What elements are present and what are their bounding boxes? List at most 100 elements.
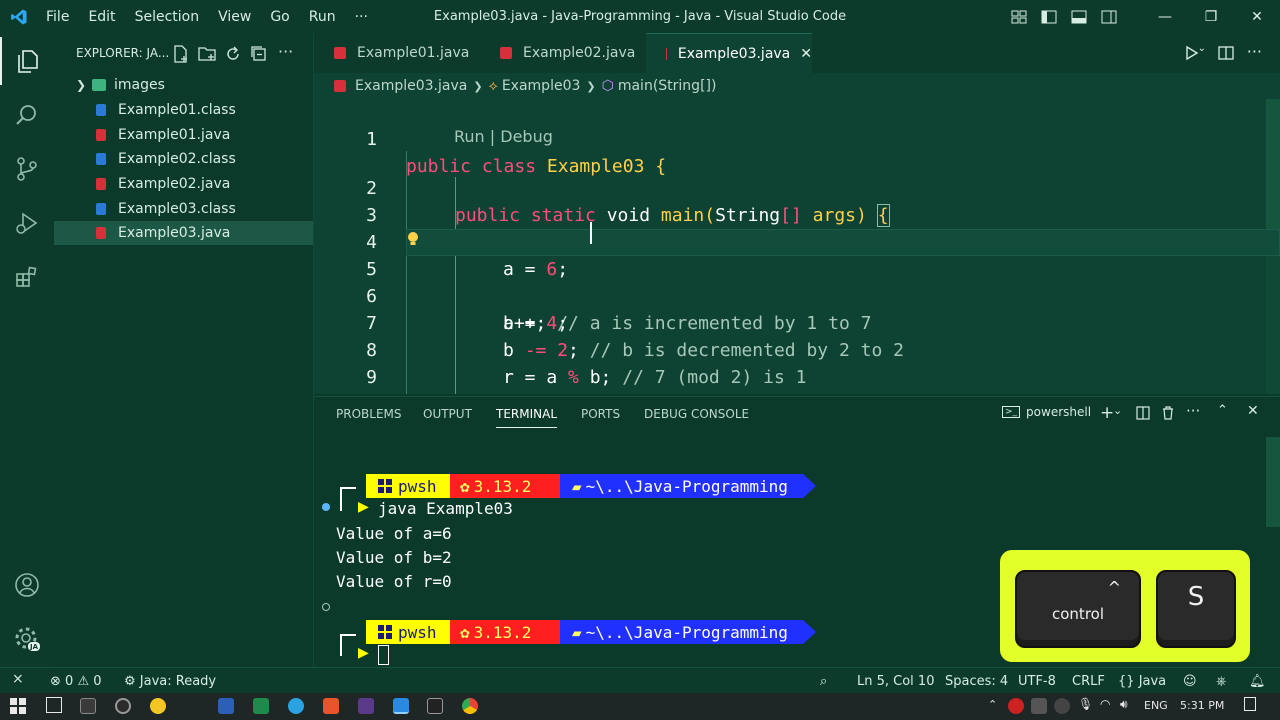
word-icon[interactable]	[218, 698, 234, 714]
code-editor[interactable]: 1 public class Example03 { Run | Debug 2…	[314, 99, 1280, 394]
tab-example03-java[interactable]: Example03.java ✕	[646, 33, 812, 73]
minimize-button[interactable]: —	[1142, 0, 1188, 33]
copilot-icon[interactable]: ☺	[1183, 674, 1197, 689]
close-tab-icon[interactable]: ✕	[800, 46, 812, 62]
taskbar-app-icon[interactable]	[358, 698, 374, 714]
volume-icon[interactable]: 🔊︎	[1120, 697, 1128, 712]
line-endings[interactable]: CRLF	[1072, 674, 1105, 689]
panel-more-icon[interactable]: ···	[1186, 402, 1200, 420]
tab-output[interactable]: OUTPUT	[423, 407, 472, 421]
menu-go[interactable]: Go	[270, 9, 289, 25]
notifications-bell-icon[interactable]: 🔔︎	[1249, 674, 1266, 689]
editor-more-icon[interactable]: ···	[1247, 42, 1262, 61]
remote-indicator-icon[interactable]: ⨯	[12, 671, 24, 687]
code-line: 1 public class Example03 {	[366, 129, 667, 177]
terminal-scrollbar-thumb[interactable]	[1266, 437, 1280, 527]
class-file-icon	[96, 203, 106, 215]
clock[interactable]: 5:31 PM	[1180, 699, 1224, 712]
tab-example02-java[interactable]: Example02.java	[480, 33, 646, 73]
toggle-sidebar-icon[interactable]	[1034, 0, 1064, 33]
more-actions-icon[interactable]: ···	[278, 42, 296, 61]
notification-center-icon[interactable]	[1244, 697, 1256, 711]
refresh-icon[interactable]	[224, 45, 242, 63]
microphone-icon[interactable]: 🎙︎	[1078, 697, 1093, 711]
toggle-secondary-sidebar-icon[interactable]	[1094, 0, 1124, 33]
menu-view[interactable]: View	[218, 9, 251, 25]
menu-run[interactable]: Run	[309, 9, 336, 25]
zoom-icon[interactable]: ⌕	[820, 674, 827, 689]
collapse-all-icon[interactable]	[250, 45, 268, 63]
run-debug-icon[interactable]	[0, 199, 54, 247]
taskbar-app-icon[interactable]	[150, 698, 166, 714]
text-cursor-icon	[590, 222, 592, 244]
customize-layout-icon[interactable]	[1004, 0, 1034, 33]
search-icon[interactable]	[0, 91, 54, 139]
terminal-taskbar-icon[interactable]	[427, 698, 443, 714]
tab-debug-console[interactable]: DEBUG CONSOLE	[644, 407, 749, 421]
tab-terminal[interactable]: TERMINAL	[496, 407, 558, 428]
tree-file-example02-java[interactable]: Example02.java	[54, 172, 313, 196]
explorer-icon[interactable]	[0, 37, 54, 85]
new-folder-icon[interactable]	[198, 45, 216, 63]
lightbulb-icon[interactable]	[406, 229, 420, 257]
excel-icon[interactable]	[253, 698, 269, 714]
encoding[interactable]: UTF-8	[1018, 674, 1056, 689]
new-file-icon[interactable]	[172, 45, 190, 63]
tree-file-example03-class[interactable]: Example03.class	[54, 197, 313, 221]
tree-file-example02-class[interactable]: Example02.class	[54, 147, 313, 171]
wifi-icon[interactable]: ◠	[1100, 697, 1110, 711]
maximize-panel-icon[interactable]: ⌃	[1217, 403, 1228, 418]
tasks-icon[interactable]: ⎈	[1216, 674, 1226, 689]
menu-file[interactable]: File	[46, 9, 69, 25]
taskbar-app-icon[interactable]	[115, 698, 131, 714]
close-window-button[interactable]: ✕	[1234, 0, 1280, 33]
telegram-icon[interactable]	[288, 698, 304, 714]
tray-app-icon[interactable]	[1054, 698, 1070, 714]
tray-app-icon[interactable]	[1031, 698, 1047, 714]
menu-more[interactable]: ···	[355, 9, 368, 25]
tree-file-example03-java[interactable]: Example03.java	[54, 221, 313, 245]
menu-selection[interactable]: Selection	[135, 9, 200, 25]
taskbar-app-icon[interactable]	[323, 698, 339, 714]
tab-ports[interactable]: PORTS	[581, 407, 620, 421]
breadcrumb-file[interactable]: Example03.java	[355, 78, 467, 94]
breadcrumb-separator-icon: ❯	[586, 79, 596, 93]
tab-example01-java[interactable]: Example01.java	[314, 33, 480, 73]
task-view-icon[interactable]	[46, 697, 62, 713]
tree-folder-images[interactable]: ❯ images	[54, 73, 313, 97]
terminal-shell-selector[interactable]: >_ powershell	[1002, 405, 1091, 419]
input-language[interactable]: ENG	[1144, 699, 1168, 712]
cursor-position[interactable]: Ln 5, Col 10	[857, 674, 934, 689]
extensions-icon[interactable]	[0, 253, 54, 301]
tree-file-example01-class[interactable]: Example01.class	[54, 98, 313, 122]
vscode-logo-icon[interactable]	[0, 8, 38, 26]
vscode-taskbar-icon[interactable]	[393, 698, 409, 714]
breadcrumb-method[interactable]: main(String[])	[618, 78, 717, 94]
tree-file-example01-java[interactable]: Example01.java	[54, 123, 313, 147]
source-control-icon[interactable]	[0, 145, 54, 193]
tab-problems[interactable]: PROBLEMS	[336, 407, 402, 421]
close-panel-icon[interactable]: ✕	[1247, 403, 1259, 419]
run-dropdown-chevron-icon[interactable]: ⌄	[1198, 43, 1206, 54]
maximize-button[interactable]: ❐	[1188, 0, 1234, 33]
java-status[interactable]: ⚙ Java: Ready	[124, 674, 216, 689]
windows-start-icon[interactable]	[10, 698, 26, 714]
tray-app-icon[interactable]	[1008, 698, 1024, 714]
taskbar-app-icon[interactable]	[80, 698, 96, 714]
accounts-icon[interactable]	[0, 561, 54, 609]
breadcrumb-class[interactable]: Example03	[502, 78, 581, 94]
menu-edit[interactable]: Edit	[88, 9, 115, 25]
kill-terminal-trash-icon[interactable]	[1161, 405, 1175, 424]
terminal-dropdown-chevron-icon[interactable]: ⌄	[1113, 404, 1122, 417]
terminal-cursor[interactable]	[378, 645, 389, 665]
split-editor-icon[interactable]	[1218, 45, 1234, 65]
problems-indicator[interactable]: ⊗ 0 ⚠ 0	[50, 674, 102, 689]
split-terminal-icon[interactable]	[1136, 406, 1150, 424]
manage-gear-icon[interactable]: JA	[0, 615, 54, 663]
chrome-icon[interactable]	[462, 698, 478, 714]
indentation[interactable]: Spaces: 4	[945, 674, 1008, 689]
codelens-run-debug[interactable]: Run | Debug	[454, 127, 553, 146]
toggle-panel-icon[interactable]	[1064, 0, 1094, 33]
tray-chevron-up-icon[interactable]: ⌃	[988, 698, 997, 711]
language-mode[interactable]: {} Java	[1118, 674, 1166, 689]
